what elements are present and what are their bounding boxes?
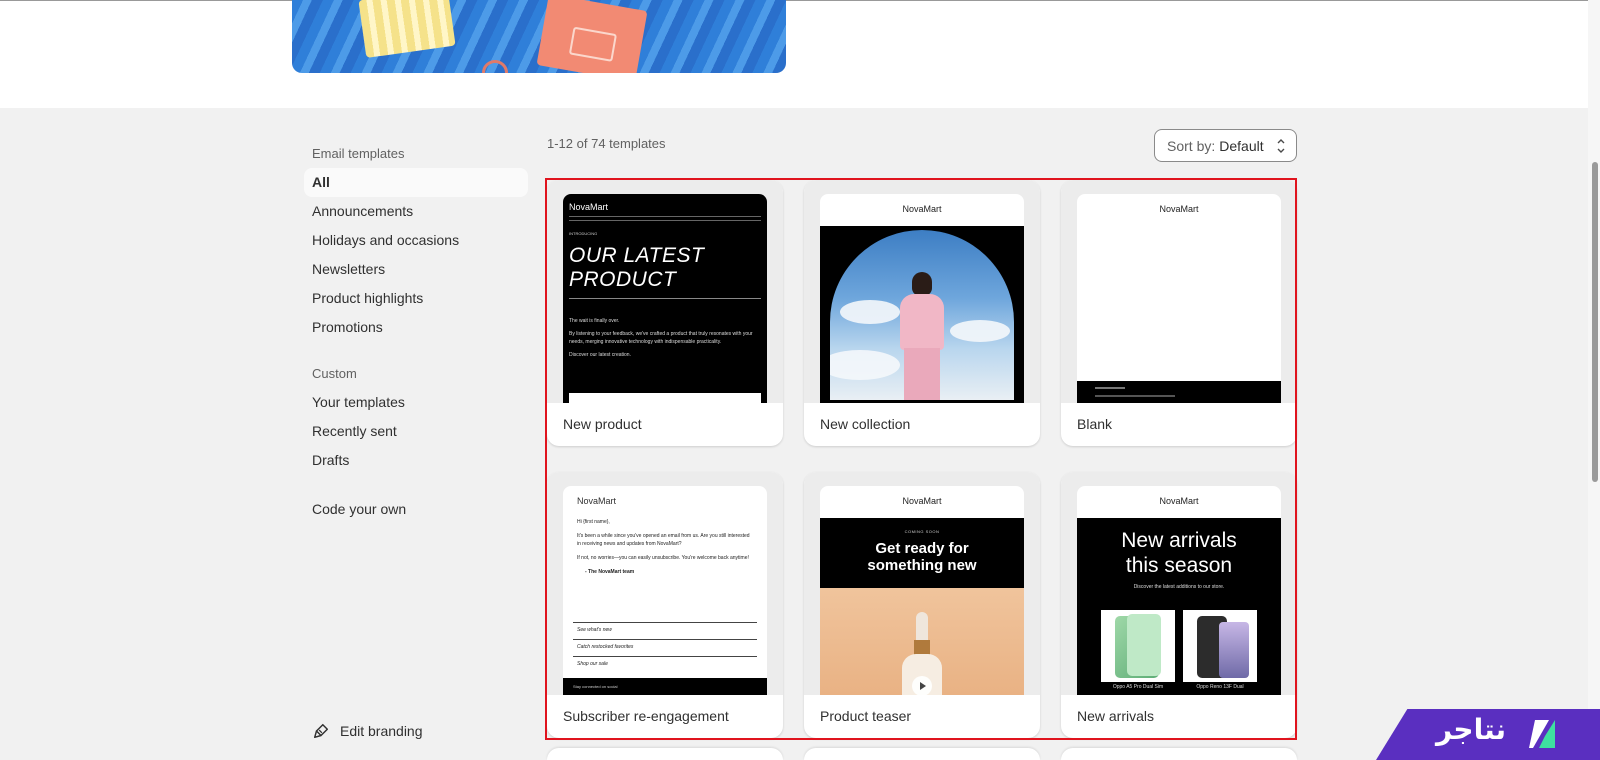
top-banner-area — [0, 0, 1588, 108]
shopping-bag-yellow — [358, 0, 456, 58]
sidebar-item-promotions[interactable]: Promotions — [304, 313, 528, 342]
sidebar-item-newsletters[interactable]: Newsletters — [304, 255, 528, 284]
sort-select[interactable]: Sort by: Default — [1154, 129, 1297, 162]
template-sidebar: Email templates All Announcements Holida… — [304, 140, 528, 524]
template-count: 1-12 of 74 templates — [547, 136, 666, 151]
sort-value: Default — [1219, 137, 1264, 154]
template-card-next[interactable] — [1061, 748, 1297, 760]
template-card-next[interactable] — [547, 748, 783, 760]
hero-image — [292, 0, 786, 73]
shopping-bag-coral — [536, 0, 648, 73]
edit-branding-label: Edit branding — [340, 723, 423, 739]
sidebar-item-drafts[interactable]: Drafts — [304, 446, 528, 475]
sidebar-heading-custom: Custom — [312, 366, 357, 381]
scrollbar-thumb[interactable] — [1592, 162, 1598, 482]
highlight-frame — [545, 178, 1297, 740]
sidebar-item-recently-sent[interactable]: Recently sent — [304, 417, 528, 446]
sidebar-item-all[interactable]: All — [304, 168, 528, 197]
sidebar-item-your-templates[interactable]: Your templates — [304, 388, 528, 417]
sort-label: Sort by: — [1167, 137, 1216, 154]
watermark-mark-icon — [1529, 720, 1555, 748]
select-chevrons-icon — [1277, 139, 1285, 153]
sidebar-item-product-highlights[interactable]: Product highlights — [304, 284, 528, 313]
sidebar-item-holidays[interactable]: Holidays and occasions — [304, 226, 528, 255]
bag-handle — [482, 60, 508, 73]
sidebar-item-code-your-own[interactable]: Code your own — [304, 495, 528, 524]
edit-branding-button[interactable]: Edit branding — [312, 718, 423, 744]
paintbrush-icon — [313, 723, 329, 739]
sidebar-item-announcements[interactable]: Announcements — [304, 197, 528, 226]
sidebar-heading-email-templates: Email templates — [312, 146, 405, 161]
template-card-next[interactable] — [804, 748, 1040, 760]
watermark-text: نتاجر — [1436, 713, 1507, 746]
